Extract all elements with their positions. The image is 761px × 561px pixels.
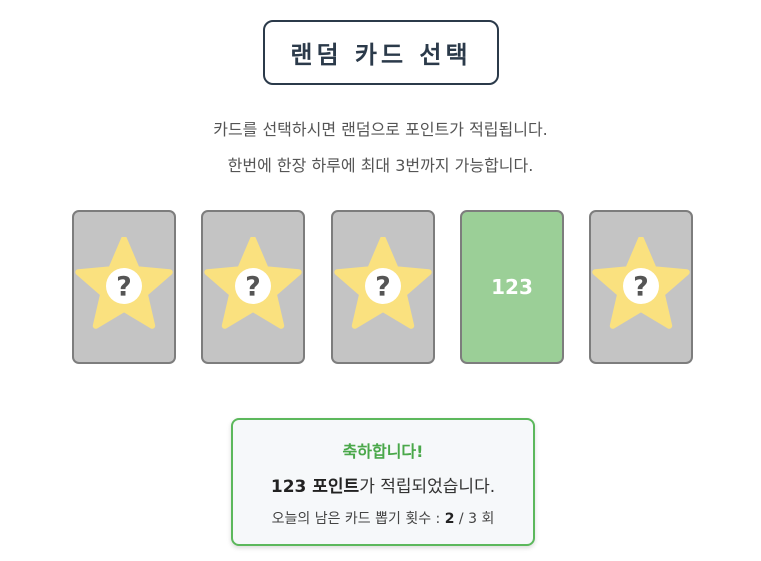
remaining-prefix: 오늘의 남은 카드 뽑기 횟수 : xyxy=(271,511,445,527)
remaining-unit: 회 xyxy=(477,511,495,527)
description-line-1: 카드를 선택하시면 랜덤으로 포인트가 적립됩니다. xyxy=(213,120,548,139)
points-message: 123 포인트가 적립되었습니다. xyxy=(233,472,533,497)
star-question-icon: ? xyxy=(591,237,691,337)
result-box: 축하합니다! 123 포인트가 적립되었습니다. 오늘의 남은 카드 뽑기 횟수… xyxy=(231,418,535,546)
points-suffix: 가 적립되었습니다. xyxy=(359,477,496,497)
star-question-icon: ? xyxy=(203,237,303,337)
svg-text:?: ? xyxy=(116,272,132,303)
svg-text:?: ? xyxy=(245,272,261,303)
card-5[interactable]: ? xyxy=(589,210,693,364)
congrats-heading: 축하합니다! xyxy=(342,442,424,461)
page-title: 랜덤 카드 선택 xyxy=(263,20,499,85)
remaining-draws: 오늘의 남은 카드 뽑기 횟수 : 2 / 3 회 xyxy=(233,508,533,528)
card-1[interactable]: ? xyxy=(72,210,176,364)
card-4-revealed: 123 xyxy=(460,210,564,364)
star-question-icon: ? xyxy=(333,237,433,337)
star-question-icon: ? xyxy=(74,237,174,337)
card-value: 123 xyxy=(491,275,533,299)
svg-text:?: ? xyxy=(375,272,391,303)
points-value: 123 포인트 xyxy=(270,477,360,497)
remaining-total: 3 xyxy=(468,511,478,527)
card-3[interactable]: ? xyxy=(331,210,435,364)
card-2[interactable]: ? xyxy=(201,210,305,364)
remaining-sep: / xyxy=(454,511,469,527)
svg-text:?: ? xyxy=(633,272,649,303)
description-line-2: 한번에 한장 하루에 최대 3번까지 가능합니다. xyxy=(227,156,534,175)
